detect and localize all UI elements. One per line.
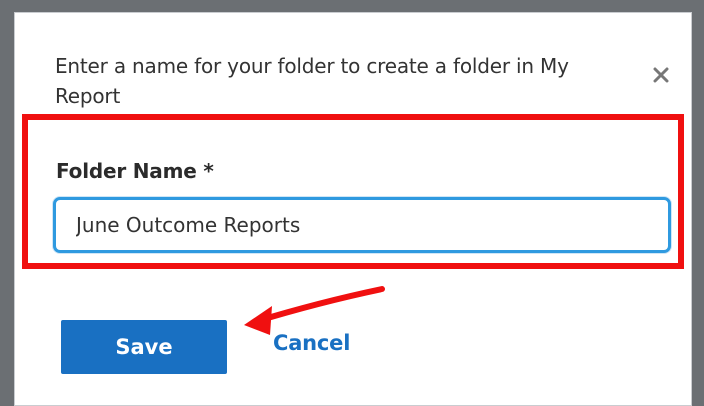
folder-name-input[interactable]: [53, 197, 671, 253]
cancel-button[interactable]: Cancel: [273, 331, 350, 355]
folder-name-label: Folder Name *: [56, 159, 214, 183]
dialog-prompt: Enter a name for your folder to create a…: [55, 54, 569, 108]
create-folder-dialog: Enter a name for your folder to create a…: [14, 12, 692, 406]
close-icon: [653, 67, 669, 83]
save-button[interactable]: Save: [61, 320, 227, 374]
close-button[interactable]: [641, 55, 681, 95]
